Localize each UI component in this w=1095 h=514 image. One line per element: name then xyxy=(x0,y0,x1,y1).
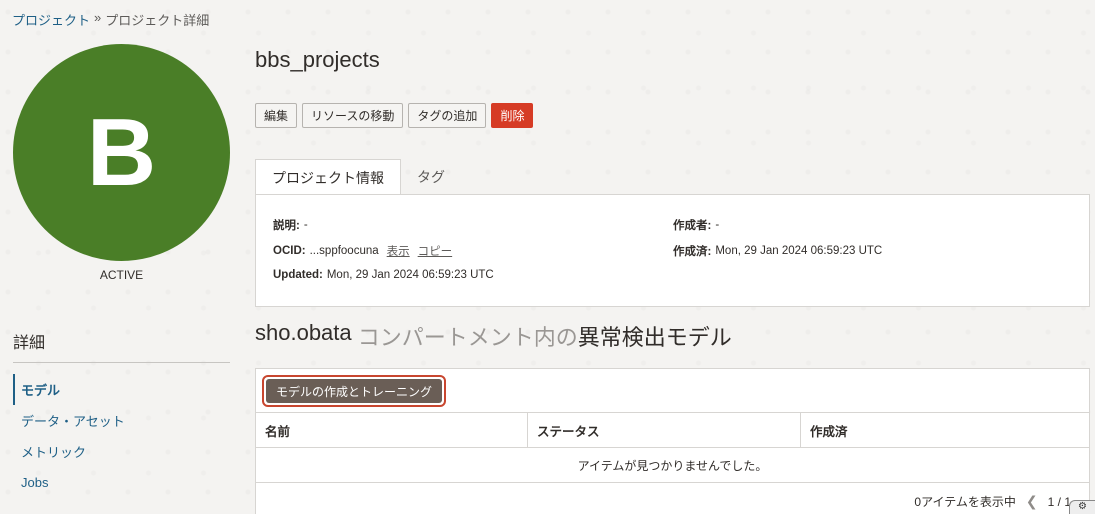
section-heading: sho.obata コンパートメント内の 異常検出モデル xyxy=(255,320,732,352)
add-tag-button[interactable]: タグの追加 xyxy=(408,103,487,128)
column-name[interactable]: 名前 xyxy=(256,413,528,447)
page-title: bbs_projects xyxy=(255,47,380,72)
chevron-left-icon[interactable]: ❮ xyxy=(1026,493,1038,510)
creator-row: 作成者: - xyxy=(673,217,719,233)
created-label: 作成済: xyxy=(673,246,712,258)
empty-table-message: アイテムが見つかりませんでした。 xyxy=(256,449,1089,483)
breadcrumb-separator: » xyxy=(94,10,102,25)
updated-value: Mon, 29 Jan 2024 06:59:23 UTC xyxy=(326,269,494,281)
table-header: 名前 ステータス 作成済 xyxy=(256,412,1089,448)
column-created[interactable]: 作成済 xyxy=(801,413,1089,447)
nav-item-metrics[interactable]: メトリック xyxy=(13,436,230,467)
pagination: 0アイテムを表示中 ❮ 1 / 1 xyxy=(914,493,1071,510)
compartment-suffix: コンパートメント内の xyxy=(351,325,578,350)
ocid-row: OCID: ...sppfoocuna 表示 コピー xyxy=(273,243,452,259)
nav-item-data-assets[interactable]: データ・アセット xyxy=(13,405,230,436)
details-heading: 詳細 xyxy=(13,335,46,352)
project-status: ACTIVE xyxy=(99,268,144,282)
nav-item-jobs[interactable]: Jobs xyxy=(13,467,230,498)
create-button-highlight: モデルの作成とトレーニング xyxy=(262,375,447,407)
action-bar: 編集 リソースの移動 タグの追加 削除 xyxy=(255,103,534,128)
tab-bar: プロジェクト情報 タグ xyxy=(255,159,461,195)
ocid-copy-link[interactable]: コピー xyxy=(418,243,453,259)
project-avatar: B xyxy=(13,44,230,261)
column-status[interactable]: ステータス xyxy=(528,413,801,447)
description-label: 説明: xyxy=(273,220,300,232)
move-resource-button[interactable]: リソースの移動 xyxy=(302,103,404,128)
help-icon[interactable]: ⚙ xyxy=(1069,500,1095,514)
creator-label: 作成者: xyxy=(673,220,712,232)
description-row: 説明: - xyxy=(273,217,308,233)
models-table-panel: モデルの作成とトレーニング 名前 ステータス 作成済 アイテムが見つかりませんで… xyxy=(255,368,1090,514)
breadcrumb: プロジェクト » プロジェクト詳細 xyxy=(12,10,209,29)
created-row: 作成済: Mon, 29 Jan 2024 06:59:23 UTC xyxy=(673,243,882,259)
updated-row: Updated: Mon, 29 Jan 2024 06:59:23 UTC xyxy=(273,269,494,281)
ocid-show-link[interactable]: 表示 xyxy=(387,243,410,259)
edit-button[interactable]: 編集 xyxy=(255,103,298,128)
creator-value: - xyxy=(715,219,720,231)
items-shown-text: 0アイテムを表示中 xyxy=(914,495,1016,509)
breadcrumb-projects-link[interactable]: プロジェクト xyxy=(12,10,90,29)
delete-button[interactable]: 削除 xyxy=(491,103,534,128)
tab-project-info[interactable]: プロジェクト情報 xyxy=(255,159,401,195)
nav-item-models[interactable]: モデル xyxy=(13,374,230,405)
tab-tags[interactable]: タグ xyxy=(401,159,461,195)
ocid-label: OCID: xyxy=(273,245,306,257)
created-value: Mon, 29 Jan 2024 06:59:23 UTC xyxy=(715,245,883,257)
compartment-name: sho.obata xyxy=(255,320,352,345)
page-indicator: 1 / 1 xyxy=(1047,494,1071,509)
create-train-model-button[interactable]: モデルの作成とトレーニング xyxy=(266,379,443,403)
description-value: - xyxy=(303,219,308,231)
avatar-letter: B xyxy=(86,98,157,206)
ocid-value: ...sppfoocuna xyxy=(309,245,379,257)
section-title: 異常検出モデル xyxy=(577,325,732,350)
nav-divider xyxy=(13,362,230,363)
project-info-panel: 説明: - OCID: ...sppfoocuna 表示 コピー Updated… xyxy=(255,194,1090,307)
updated-label: Updated: xyxy=(273,269,323,281)
breadcrumb-current: プロジェクト詳細 xyxy=(105,13,210,28)
resources-nav: モデル データ・アセット メトリック Jobs xyxy=(13,374,230,498)
